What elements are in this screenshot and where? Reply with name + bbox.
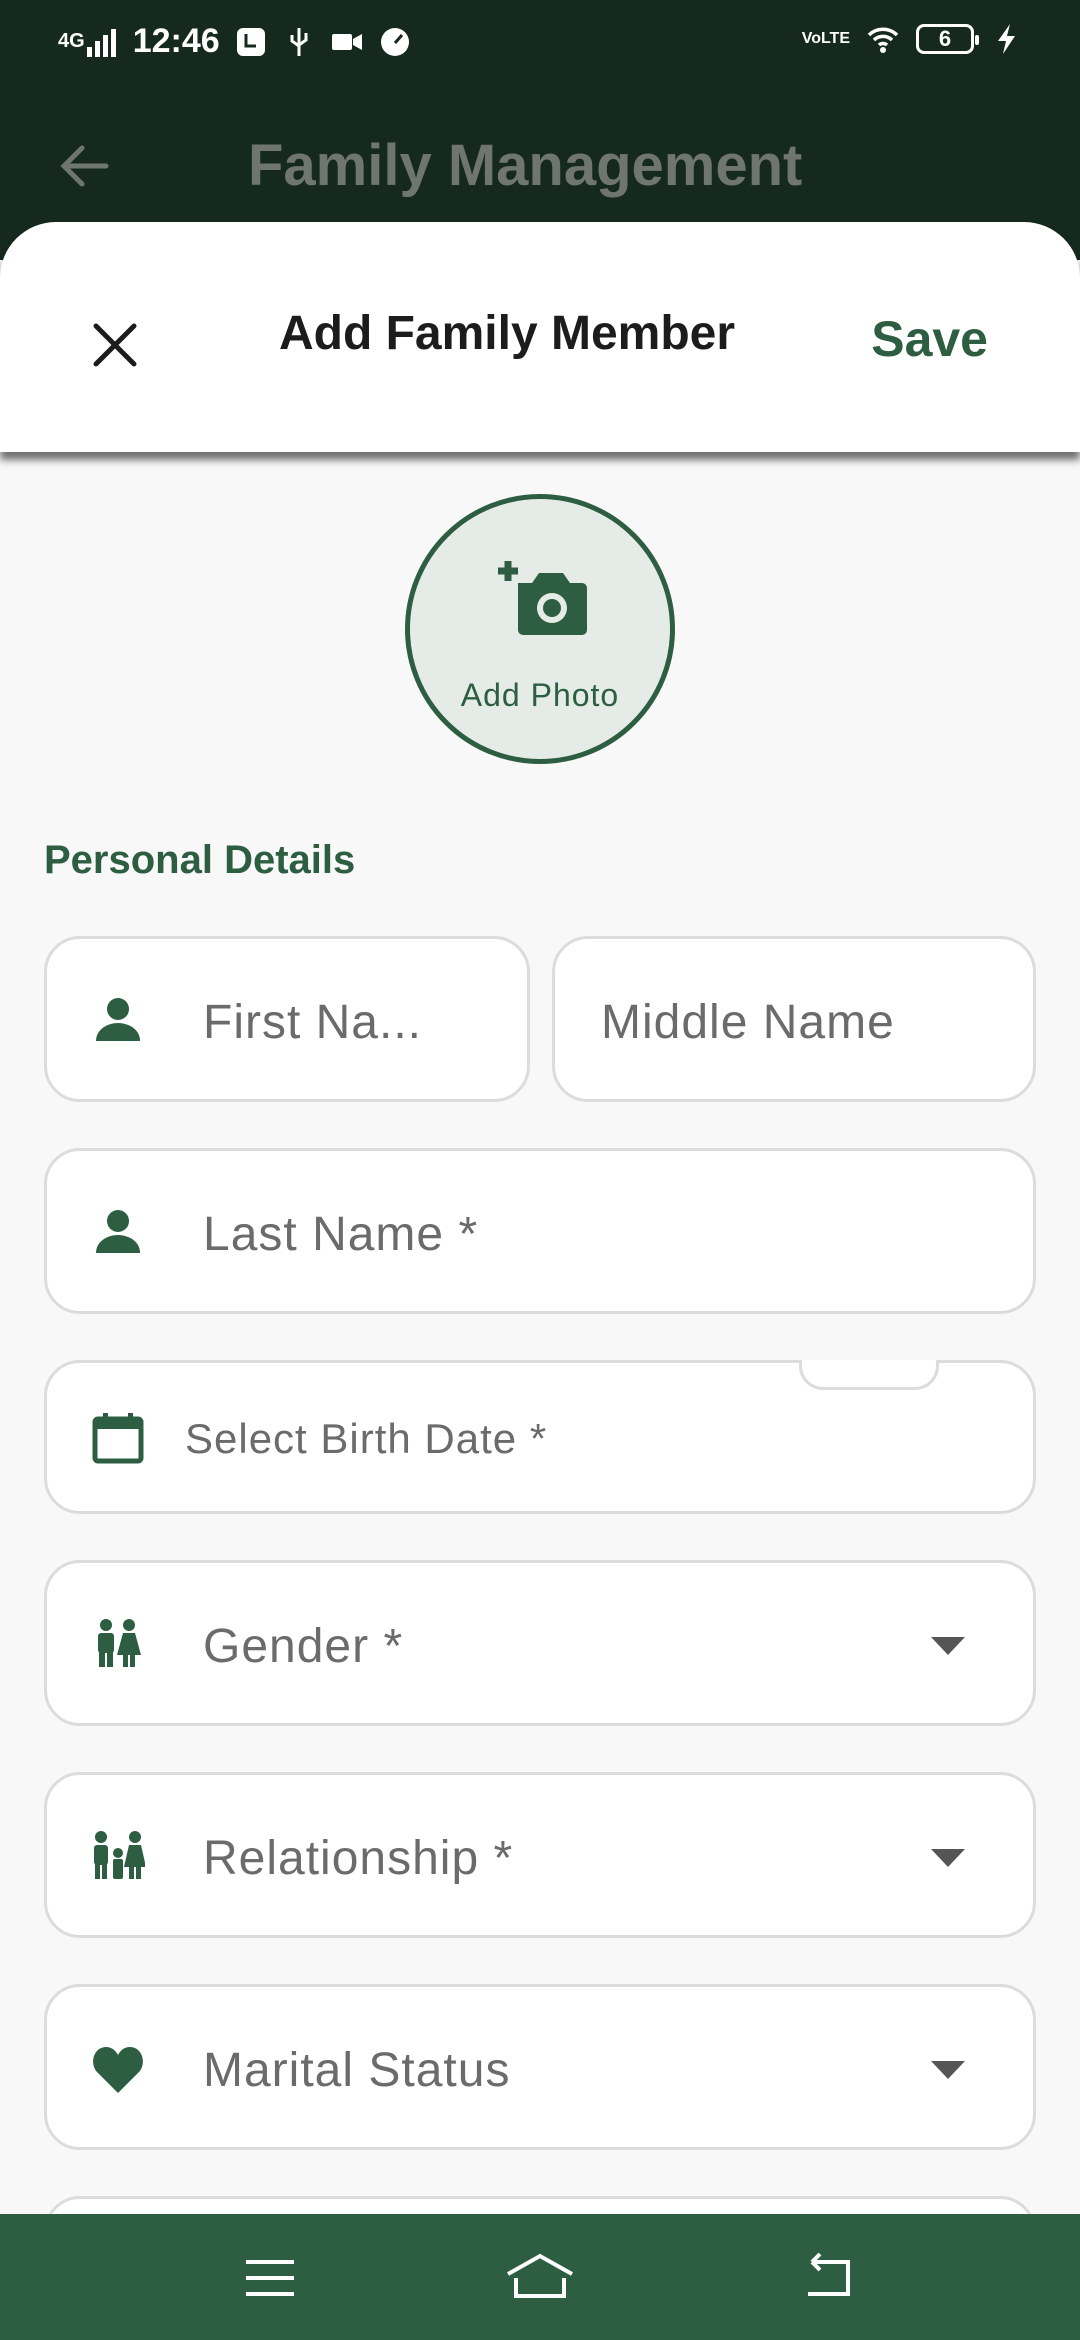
family-icon	[94, 1831, 145, 1879]
heart-icon	[93, 2047, 143, 2093]
clock: 12:46	[132, 22, 220, 60]
personal-details-heading: Personal Details	[44, 838, 356, 882]
chevron-down-icon	[931, 1637, 965, 1655]
relationship-dropdown[interactable]: Relationship *	[44, 1772, 1036, 1938]
app-bar-title: Family Management	[248, 133, 803, 198]
network-type: 4G	[58, 30, 85, 52]
chevron-down-icon	[931, 1849, 965, 1867]
birth-date-field[interactable]: Select Birth Date *	[44, 1360, 1036, 1514]
gender-dropdown[interactable]: Gender *	[44, 1560, 1036, 1726]
back-icon[interactable]	[796, 2248, 856, 2308]
middle-name-placeholder: Middle Name	[601, 996, 895, 1049]
first-name-placeholder: First Na...	[203, 996, 423, 1049]
last-name-placeholder: Last Name *	[203, 1208, 479, 1261]
usb-icon	[290, 27, 308, 56]
app-bar-background: 4G 12:46 VoLTE 6 Family Management	[0, 0, 1080, 260]
calendar-icon	[92, 1413, 144, 1464]
save-button[interactable]: Save	[871, 310, 988, 368]
usb-settings-icon	[236, 27, 265, 56]
speedometer-icon	[380, 27, 409, 56]
last-name-field[interactable]: Last Name *	[44, 1148, 1036, 1314]
menu-icon[interactable]	[240, 2248, 300, 2308]
add-family-member-screen: 4G 12:46 VoLTE 6 Family Management Add F…	[0, 0, 1080, 2340]
marital-status-placeholder: Marital Status	[203, 2044, 511, 2097]
add-photo-camera-icon	[498, 561, 587, 635]
add-photo-button[interactable]: Add Photo	[405, 494, 675, 764]
birth-date-placeholder: Select Birth Date *	[185, 1415, 548, 1462]
back-arrow-icon[interactable]	[56, 138, 112, 194]
battery-indicator: 6	[916, 24, 979, 54]
middle-name-field[interactable]: Middle Name	[552, 936, 1036, 1102]
chevron-down-icon	[931, 2061, 965, 2079]
gender-placeholder: Gender *	[203, 1620, 404, 1673]
add-photo-label: Add Photo	[460, 677, 620, 713]
marital-status-dropdown[interactable]: Marital Status	[44, 1984, 1036, 2150]
home-icon[interactable]	[504, 2248, 576, 2308]
system-navigation-bar	[0, 2214, 1080, 2340]
volte-indicator: VoLTE	[801, 30, 850, 47]
person-icon	[96, 998, 140, 1041]
signal-icon	[86, 28, 116, 57]
sheet-title: Add Family Member	[278, 307, 736, 360]
wifi-icon	[867, 27, 899, 53]
video-camera-icon	[331, 33, 362, 50]
charging-bolt-icon	[998, 24, 1015, 54]
sheet-header: Add Family Member Save	[0, 222, 1080, 452]
status-bar: 4G 12:46 VoLTE 6	[0, 0, 1080, 84]
field-tab-notch	[799, 1360, 939, 1390]
gender-icon	[98, 1619, 141, 1667]
first-name-field[interactable]: First Na...	[44, 936, 530, 1102]
relationship-placeholder: Relationship *	[203, 1832, 514, 1885]
person-icon	[96, 1210, 140, 1253]
